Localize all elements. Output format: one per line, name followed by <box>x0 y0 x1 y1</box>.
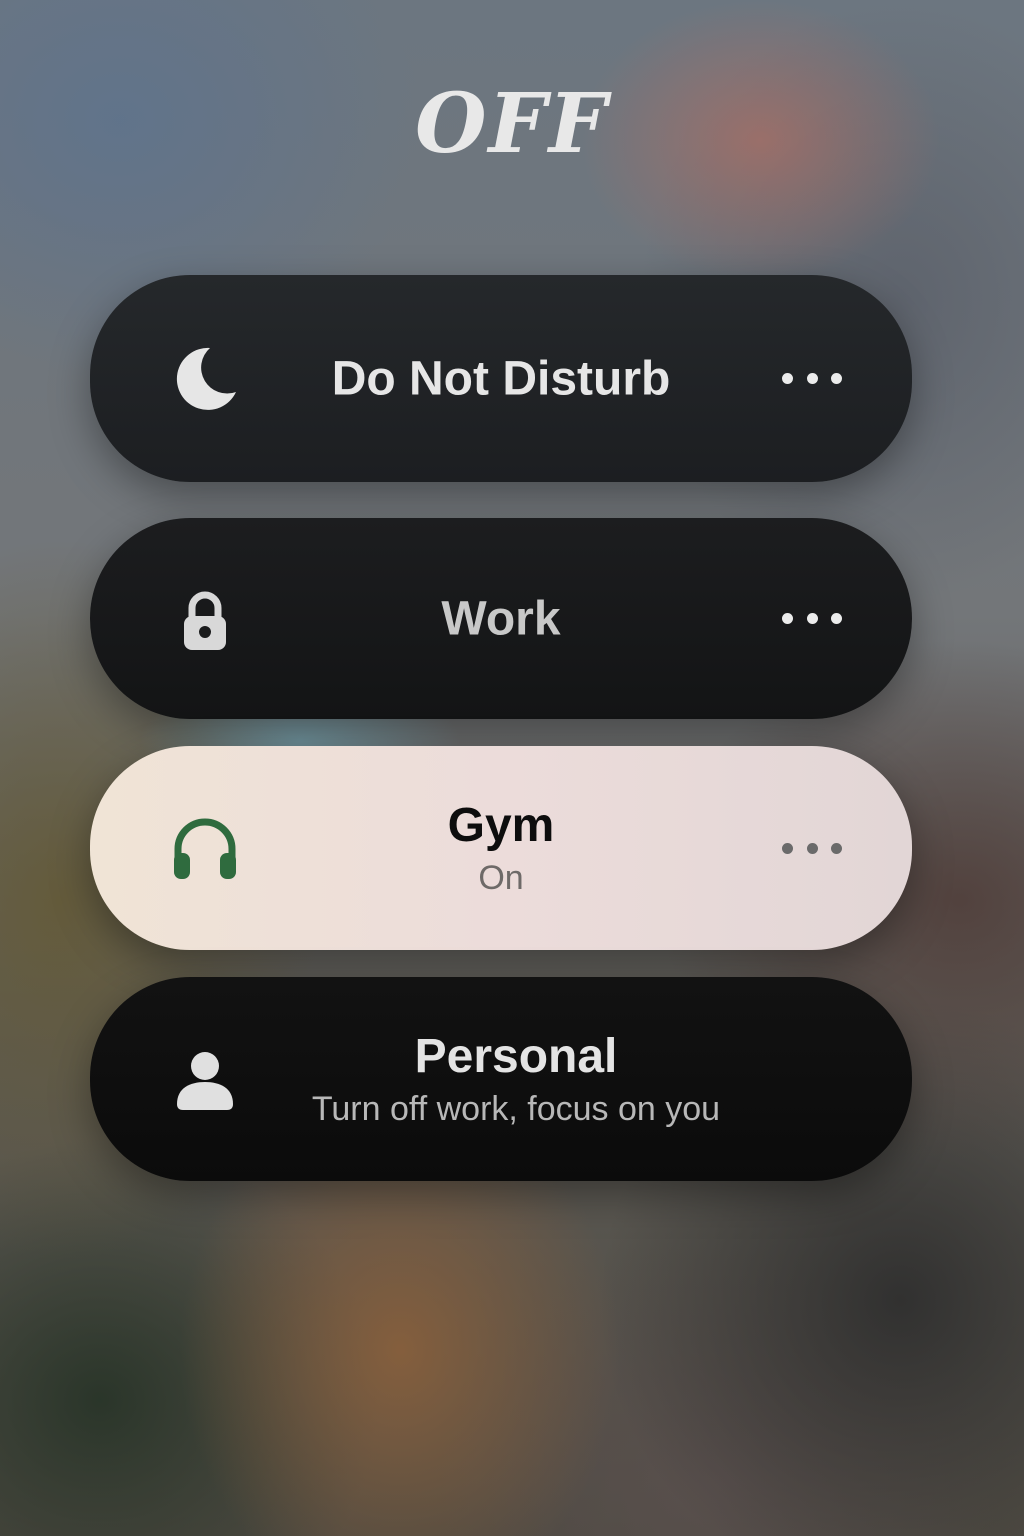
focus-status-title: OFF <box>415 76 609 172</box>
ellipsis-dot <box>806 613 818 624</box>
ellipsis-dot <box>831 613 842 624</box>
focus-mode-label: Personal <box>414 1030 618 1083</box>
ellipsis-dot <box>782 842 793 854</box>
ellipsis-dot <box>806 842 818 854</box>
ellipsis-dot <box>831 842 842 854</box>
ellipsis-dot <box>782 373 793 384</box>
focus-mode-description: Turn off work, focus on you <box>311 1090 721 1128</box>
focus-mode-label: Work <box>441 592 561 645</box>
moon-icon <box>170 344 240 414</box>
more-options-button[interactable] <box>782 828 842 868</box>
focus-mode-label: Gym <box>447 799 555 852</box>
focus-mode-text: Work <box>290 591 712 646</box>
more-options-button[interactable] <box>782 599 842 639</box>
focus-mode-status: On <box>478 859 524 897</box>
ellipsis-dot <box>782 613 793 624</box>
focus-mode-text: Personal Turn off work, focus on you <box>270 1029 762 1129</box>
focus-mode-gym[interactable]: Gym On <box>90 746 912 950</box>
focus-mode-personal[interactable]: Personal Turn off work, focus on you <box>90 977 912 1181</box>
focus-mode-text: Gym On <box>290 798 712 898</box>
headphones-icon <box>170 813 240 883</box>
focus-mode-label: Do Not Disturb <box>331 352 671 405</box>
person-icon <box>170 1044 240 1114</box>
focus-mode-text: Do Not Disturb <box>290 351 712 406</box>
more-options-button[interactable] <box>782 359 842 399</box>
ellipsis-dot <box>831 373 842 384</box>
lock-icon <box>170 584 240 654</box>
focus-mode-do-not-disturb[interactable]: Do Not Disturb <box>90 275 912 482</box>
focus-mode-work[interactable]: Work <box>90 518 912 719</box>
ellipsis-dot <box>806 373 818 384</box>
